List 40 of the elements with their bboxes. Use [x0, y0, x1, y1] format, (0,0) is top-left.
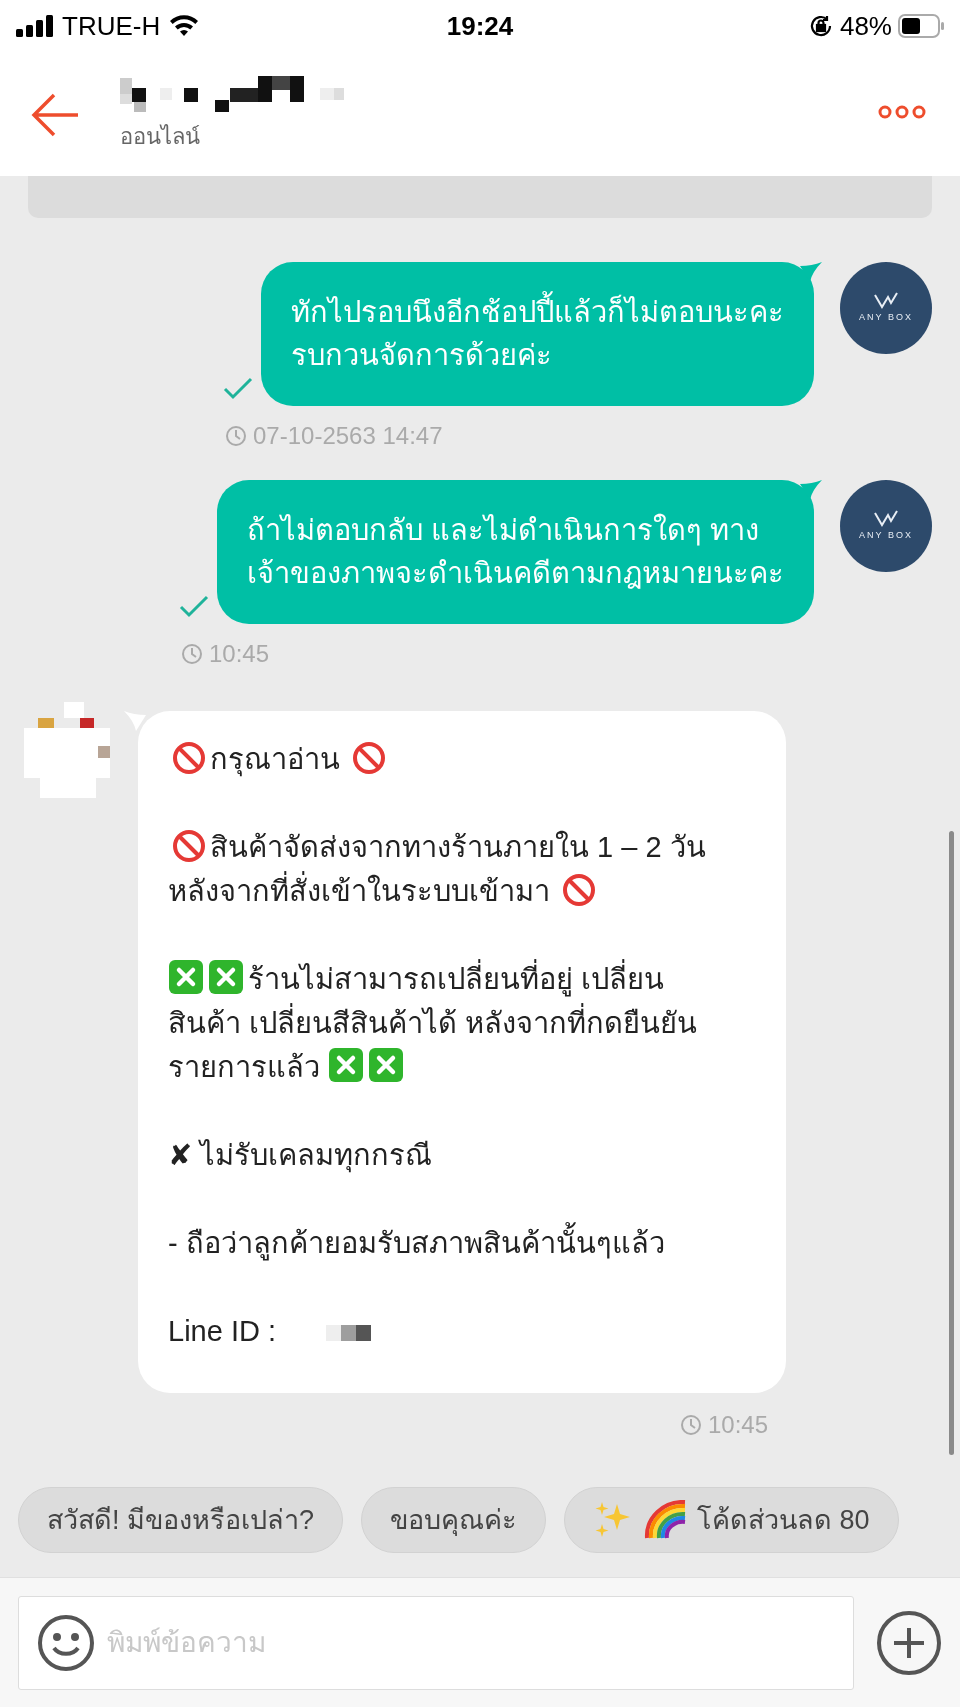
signal-icon [16, 15, 54, 37]
message-text: ทักไปรอบนึงอีกช้อปปี้แล้วก็ไม่ตอบนะคะ รบกวนจัดการด้วยค่ะ [291, 291, 784, 377]
prohibited-icon [352, 741, 387, 775]
message-time: 10:45 [708, 1410, 769, 1440]
online-status: ออนไลน์ [120, 123, 201, 151]
message-text: สินค้าจัดส่งจากทางร้านภายใน 1 – 2 วัน หลังจากที่สั่งเข้าในระบบเข้ามา [168, 828, 707, 909]
message-text: - ถือว่าลูกค้ายอมรับสภาพสินค้านั้นๆแล้ว [168, 1221, 756, 1265]
clock-icon [181, 643, 203, 665]
avatar-label: ANY BOX [859, 529, 913, 543]
avatar-label: ANY BOX [859, 311, 913, 325]
battery-icon [898, 14, 944, 38]
clock-icon [225, 425, 247, 447]
battery-percent: 48% [839, 9, 892, 43]
message-time: 10:45 [209, 639, 270, 669]
message-time: 07-10-2563 14:47 [253, 421, 443, 451]
clock: 19:24 [445, 9, 515, 43]
prohibited-icon [172, 741, 206, 775]
cross-mark-icon [168, 959, 204, 995]
add-button[interactable] [876, 1609, 942, 1676]
message-text: ✘ ไม่รับเคลมทุกกรณี [168, 1138, 434, 1175]
wifi-icon [168, 14, 201, 38]
message-text: ร้านไม่สามารถเปลี่ยนที่อยู่ เปลี่ยน สินค้า เปลี่ยนสีสินค้าได้ หลังจากที่กดยืนยัน รายการแล้ว [168, 957, 756, 1089]
message-text: ถ้าไม่ตอบกลับ และไม่ดำเนินการใดๆ ทาง เจ้าของภาพจะดำเนินคดีตามกฎหมายนะคะ [247, 512, 784, 591]
cross-mark-icon [328, 1047, 365, 1083]
message-text: กรุณาอ่าน [168, 737, 756, 781]
prohibited-icon [172, 829, 206, 863]
clock-icon [680, 1414, 702, 1436]
cross-mark-icon [208, 959, 244, 995]
logo-mark-icon [873, 509, 899, 528]
carrier-name: TRUE-H [62, 9, 161, 43]
message-text: Line ID : [168, 1309, 756, 1353]
quick-reply-chip[interactable]: สวัสดี! มีของหรือเปล่า? [18, 1487, 344, 1553]
emoji-icon[interactable] [37, 1613, 95, 1672]
cross-mark-icon [368, 1047, 405, 1083]
redacted-id [326, 1325, 372, 1341]
quick-reply-chip[interactable]: ขอบคุณค่ะ [361, 1487, 547, 1553]
logo-mark-icon [873, 291, 899, 310]
rainbow-icon [643, 1500, 688, 1540]
prohibited-icon [562, 873, 597, 907]
quick-reply-chip[interactable]: โค้ดส่วนลด 80 [564, 1487, 899, 1553]
